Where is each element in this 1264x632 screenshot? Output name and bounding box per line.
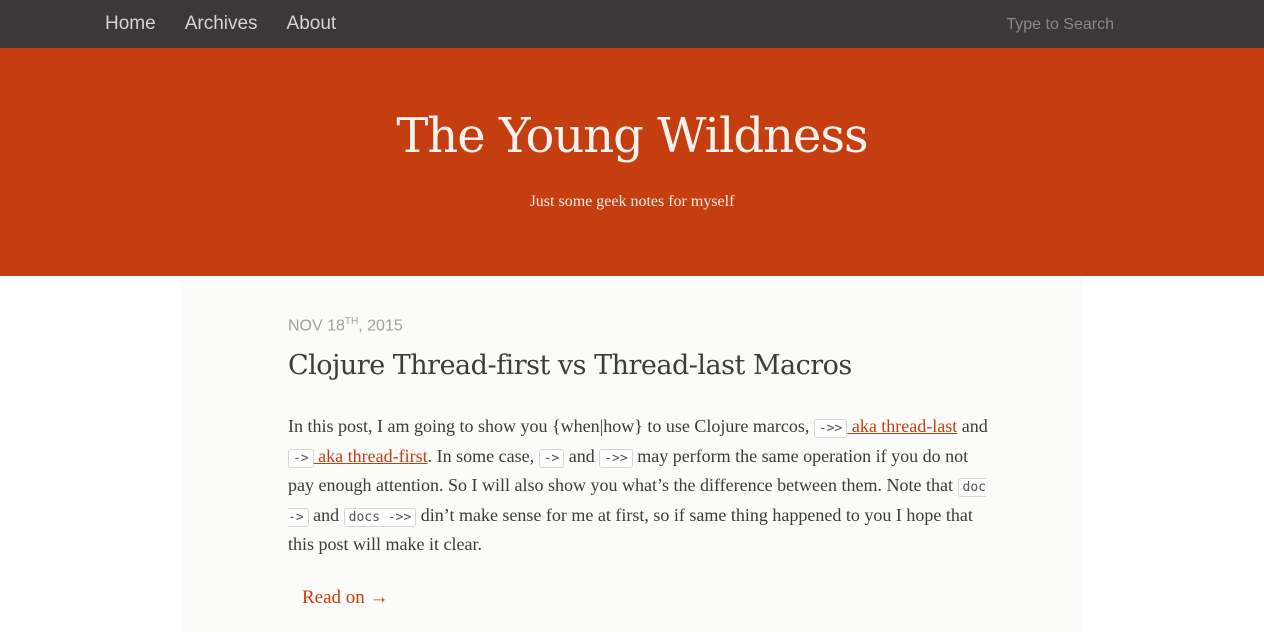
post-date: Nov 18th, 2015 [288, 316, 403, 335]
nav-about-link[interactable]: About [287, 13, 337, 35]
site-header-banner: The Young Wildness Just some geek notes … [0, 48, 1264, 276]
post-title[interactable]: Clojure Thread-first vs Thread-last Macr… [288, 350, 852, 381]
site-title[interactable]: The Young Wildness [0, 108, 1264, 164]
site-subtitle: Just some geek notes for myself [529, 193, 735, 210]
thread-last-link[interactable]: aka thread-last [847, 416, 957, 436]
search-input[interactable] [990, 12, 1114, 38]
inline-code: ->> [813, 419, 848, 438]
excerpt-text: . In some case, [427, 445, 539, 466]
main-content: Nov 18th, 2015 Clojure Thread-first vs T… [183, 276, 1083, 632]
excerpt-text: and [957, 416, 988, 436]
post-excerpt: In this post, I am going to show you {wh… [288, 413, 988, 559]
post-date-month-day: Nov 18 [288, 317, 345, 335]
excerpt-text: and [308, 504, 344, 525]
post-date-year: , 2015 [358, 317, 403, 335]
inline-code: -> [288, 448, 314, 468]
excerpt-text: and [564, 445, 600, 466]
nav-links: Home Archives About [105, 0, 336, 48]
thread-first-link[interactable]: aka thread-first [314, 446, 427, 466]
inline-code: docs ->> [343, 507, 417, 527]
excerpt-text: In this post, I am going to show you {wh… [288, 416, 814, 436]
top-navigation-bar: Home Archives About [0, 0, 1264, 48]
post-date-ordinal: th [344, 316, 359, 327]
inline-code: ->> [599, 448, 633, 468]
read-on-link[interactable]: Read on → [302, 587, 389, 609]
nav-archives-link[interactable]: Archives [185, 13, 258, 35]
nav-home-link[interactable]: Home [105, 13, 156, 35]
inline-code: -> [538, 448, 565, 468]
